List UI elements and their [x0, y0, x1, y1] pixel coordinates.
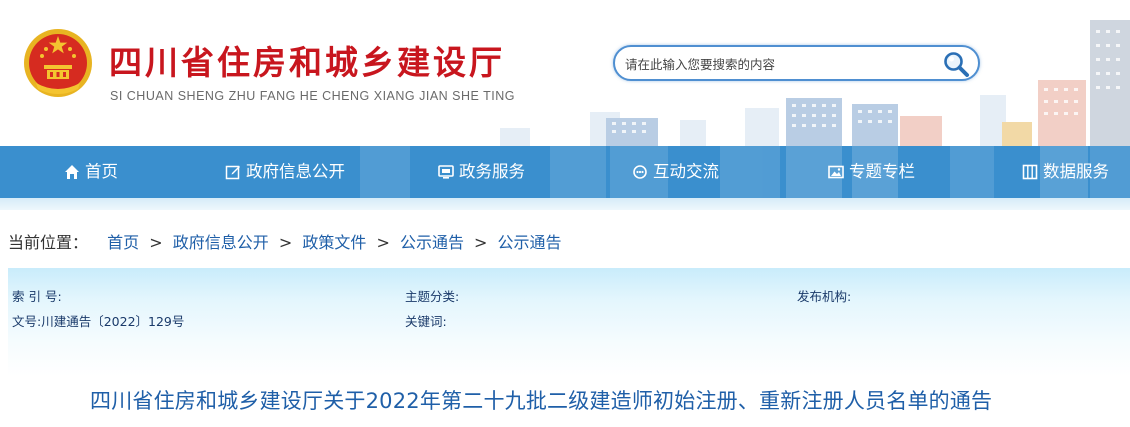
meta-doc-number: 文号:川建通告〔2022〕129号	[12, 311, 184, 330]
grid-icon	[1022, 164, 1038, 180]
breadcrumb-separator: >	[376, 233, 390, 252]
breadcrumb-link-gov-info[interactable]: 政府信息公开	[173, 233, 269, 252]
national-emblem-icon	[24, 29, 92, 97]
nav-item-home[interactable]: 首页	[64, 146, 118, 198]
meta-index-label: 索 引 号:	[12, 289, 62, 304]
nav-item-label: 数据服务	[1043, 162, 1109, 181]
breadcrumb: 当前位置： 首页 > 政府信息公开 > 政策文件 > 公示通告 > 公示通告	[8, 229, 562, 253]
meta-keywords-label: 关键词:	[405, 314, 447, 329]
nav-item-interaction[interactable]: 互动交流	[632, 146, 719, 198]
chat-icon	[633, 165, 647, 179]
breadcrumb-link-home[interactable]: 首页	[107, 233, 139, 252]
breadcrumb-separator: >	[278, 233, 293, 252]
breadcrumb-link-notices-current[interactable]: 公示通告	[498, 233, 562, 252]
search-input[interactable]	[625, 54, 935, 74]
main-nav: 首页 政府信息公开 政务服务 互动交流 专题专栏 数据服务	[0, 146, 1130, 198]
meta-publisher-label: 发布机构:	[797, 289, 852, 304]
site-header: 四川省住房和城乡建设厅 SI CHUAN SHENG ZHU FANG HE C…	[0, 0, 1130, 146]
image-icon	[828, 165, 844, 179]
breadcrumb-separator: >	[149, 233, 163, 252]
search-box	[613, 45, 980, 81]
site-title: 四川省住房和城乡建设厅	[109, 43, 505, 82]
document-title: 四川省住房和城乡建设厅关于2022年第二十九批二级建造师初始注册、重新注册人员名…	[90, 389, 993, 413]
nav-item-special-topics[interactable]: 专题专栏	[828, 146, 915, 198]
nav-item-label: 政务服务	[459, 162, 525, 181]
breadcrumb-separator: >	[474, 233, 488, 252]
meta-doc-number-value: 川建通告〔2022〕129号	[41, 314, 185, 329]
nav-item-gov-info[interactable]: 政府信息公开	[225, 146, 345, 198]
search-icon[interactable]	[942, 50, 970, 78]
breadcrumb-link-notices[interactable]: 公示通告	[400, 233, 464, 252]
nav-item-gov-service[interactable]: 政务服务	[438, 146, 525, 198]
meta-doc-number-label: 文号:	[12, 314, 42, 329]
monitor-icon	[438, 165, 454, 179]
nav-item-label: 首页	[85, 162, 118, 181]
breadcrumb-label: 当前位置：	[8, 233, 89, 252]
meta-topic-label: 主题分类:	[405, 289, 460, 304]
nav-item-label: 专题专栏	[849, 162, 915, 181]
site-pinyin-subtitle: SI CHUAN SHENG ZHU FANG HE CHENG XIANG J…	[110, 89, 515, 103]
nav-item-label: 互动交流	[653, 162, 719, 181]
document-meta-panel: 索 引 号: 主题分类: 发布机构: 文号:川建通告〔2022〕129号 关键词…	[8, 268, 1130, 376]
home-icon	[65, 165, 79, 179]
subnav-strip	[0, 198, 1130, 210]
breadcrumb-link-policy-docs[interactable]: 政策文件	[302, 233, 366, 252]
edit-icon	[225, 165, 240, 180]
nav-item-data-service[interactable]: 数据服务	[1022, 146, 1109, 198]
nav-skyline-overlay	[360, 146, 1130, 198]
nav-item-label: 政府信息公开	[246, 162, 345, 181]
